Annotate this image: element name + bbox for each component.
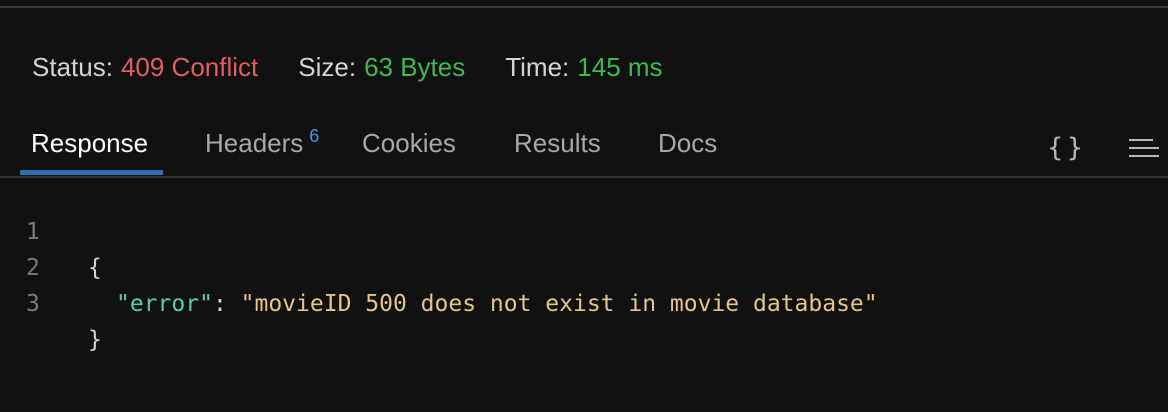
json-colon: :: [212, 291, 241, 317]
json-response-body: 1 { 2 "error": "movieID 500 does not exi…: [0, 178, 1168, 353]
code-line-1: 1 {: [0, 178, 1168, 281]
status-group: Status: 409 Conflict: [32, 52, 258, 83]
menu-lines-icon: [1129, 139, 1159, 157]
response-tabs: Response Headers 6 Cookies Results Docs: [0, 118, 1168, 176]
tab-response[interactable]: Response: [31, 128, 148, 159]
braces-glyph: {}: [1047, 133, 1087, 163]
status-label: Status:: [32, 51, 113, 82]
response-panel: Status: 409 Conflict Size: 63 Bytes Time…: [0, 0, 1168, 412]
json-entry: "error": "movieID 500 does not exist in …: [116, 286, 878, 322]
active-tab-indicator: [20, 170, 163, 175]
size-value: 63 Bytes: [364, 51, 466, 82]
tab-headers-label: Headers: [205, 128, 304, 158]
json-key: "error": [116, 291, 213, 317]
tab-results[interactable]: Results: [514, 128, 601, 159]
code-line-3: 3 }: [0, 250, 1168, 353]
size-group: Size: 63 Bytes: [298, 52, 465, 83]
time-group: Time: 145 ms: [505, 52, 662, 83]
json-value: "movieID 500 does not exist in movie dat…: [240, 291, 878, 317]
tab-headers[interactable]: Headers 6: [205, 126, 320, 159]
code-line-2: 2 "error": "movieID 500 does not exist i…: [0, 214, 1168, 317]
size-label: Size:: [298, 51, 357, 82]
top-divider: [0, 6, 1168, 8]
tab-cookies[interactable]: Cookies: [362, 128, 456, 159]
line-number: 3: [26, 291, 40, 317]
tab-docs[interactable]: Docs: [658, 128, 717, 159]
headers-count-badge: 6: [309, 126, 320, 146]
time-label: Time:: [505, 51, 570, 82]
json-close-brace: }: [88, 327, 102, 353]
response-status-bar: Status: 409 Conflict Size: 63 Bytes Time…: [32, 50, 663, 84]
time-value: 145 ms: [577, 51, 663, 82]
braces-icon[interactable]: {}: [1047, 128, 1087, 168]
menu-icon[interactable]: [1126, 128, 1160, 168]
status-value: 409 Conflict: [120, 51, 259, 82]
